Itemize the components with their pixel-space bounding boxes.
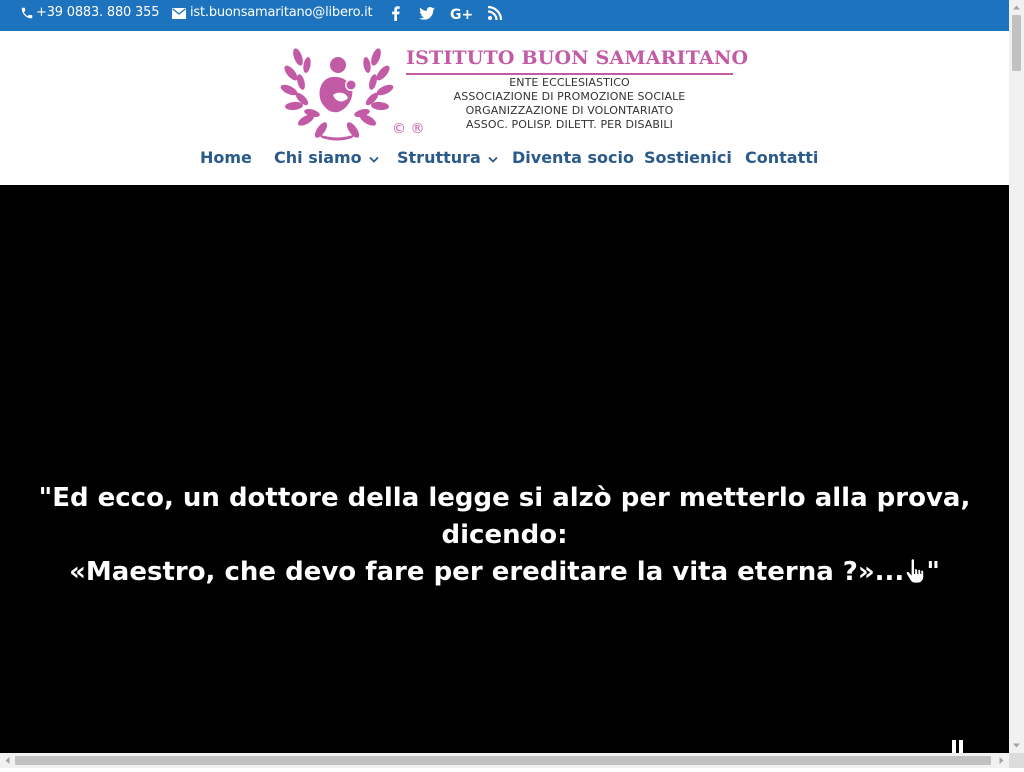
facebook-icon [392,5,400,21]
pause-icon-bar [959,740,963,753]
hero-quote: "Ed ecco, un dottore della legge si alzò… [0,480,1009,591]
scroll-down-arrow-icon[interactable] [1009,738,1024,753]
logo-divider [406,73,733,75]
quote-line-3[interactable]: «Maestro, che devo fare per ereditare la… [0,554,1009,591]
hand-pointer-icon [905,558,925,584]
envelope-icon [172,7,186,19]
pause-icon [952,740,956,753]
top-bar: +39 0883. 880 355 ist.buonsamaritano@lib… [0,0,1009,31]
scroll-left-arrow-icon[interactable] [0,753,15,768]
laurel-emblem-icon [280,48,394,141]
twitter-icon [419,6,435,20]
nav-label: Contatti [745,148,819,167]
hero-slider: "Ed ecco, un dottore della legge si alzò… [0,185,1009,753]
nav-item-contatti[interactable]: Contatti [745,143,818,173]
facebook-link[interactable] [391,0,400,26]
page: +39 0883. 880 355 ist.buonsamaritano@lib… [0,0,1009,753]
chevron-down-icon [488,144,498,172]
vertical-scrollbar-thumb[interactable] [1012,15,1021,71]
google-plus-icon: G+ [450,7,473,21]
twitter-link[interactable] [419,0,435,26]
phone-contact[interactable]: +39 0883. 880 355 [20,0,159,26]
nav-item-chi-siamo[interactable]: Chi siamo [274,143,379,173]
nav-item-home[interactable]: Home [200,143,252,173]
site-header: ISTITUTO BUON SAMARITANO ENTE ECCLESIAST… [0,31,1009,185]
horizontal-scrollbar[interactable] [0,753,1009,768]
logo-line-4: ASSOC. POLISP. DILETT. PER DISABILI [466,118,673,131]
horizontal-scrollbar-thumb[interactable] [15,756,991,765]
email-contact[interactable]: ist.buonsamaritano@libero.it [172,0,373,26]
quote-line-1: "Ed ecco, un dottore della legge si alzò… [38,483,971,513]
site-logo[interactable]: ISTITUTO BUON SAMARITANO ENTE ECCLESIAST… [278,37,748,141]
nav-item-struttura[interactable]: Struttura [397,143,498,173]
scrollbar-corner [1009,753,1024,768]
svg-text:G+: G+ [450,7,473,21]
nav-label: Home [200,148,252,167]
nav-item-sostienici[interactable]: Sostienici [644,143,732,173]
logo-title: ISTITUTO BUON SAMARITANO [406,47,749,69]
quote-closing-mark: " [926,557,940,587]
quote-line-2: dicendo: [441,520,568,550]
google-plus-link[interactable]: G+ [450,0,473,26]
scroll-right-arrow-icon[interactable] [994,753,1009,768]
phone-icon [21,7,33,19]
nav-label: Sostienici [644,148,732,167]
email-address: ist.buonsamaritano@libero.it [190,5,373,20]
chevron-down-icon [369,144,379,172]
scroll-up-arrow-icon[interactable] [1009,0,1024,15]
logo-registered-marks: © ® [392,121,425,137]
quote-line-3-text: «Maestro, che devo fare per ereditare la… [69,557,905,587]
nav-label: Diventa socio [512,148,634,167]
phone-number: +39 0883. 880 355 [36,5,160,20]
nav-item-diventa-socio[interactable]: Diventa socio [512,143,634,173]
nav-label: Struttura [397,148,481,167]
nav-label: Chi siamo [274,148,362,167]
pause-button[interactable] [952,740,964,753]
rss-icon [488,6,502,20]
main-navigation: Home Chi siamo Struttura Diventa socio S… [0,143,1009,173]
vertical-scrollbar[interactable] [1009,0,1024,753]
logo-line-3: ORGANIZZAZIONE DI VOLONTARIATO [465,104,674,117]
logo-line-1: ENTE ECCLESIASTICO [509,76,630,89]
logo-line-2: ASSOCIAZIONE DI PROMOZIONE SOCIALE [453,90,686,103]
rss-link[interactable] [488,0,502,26]
